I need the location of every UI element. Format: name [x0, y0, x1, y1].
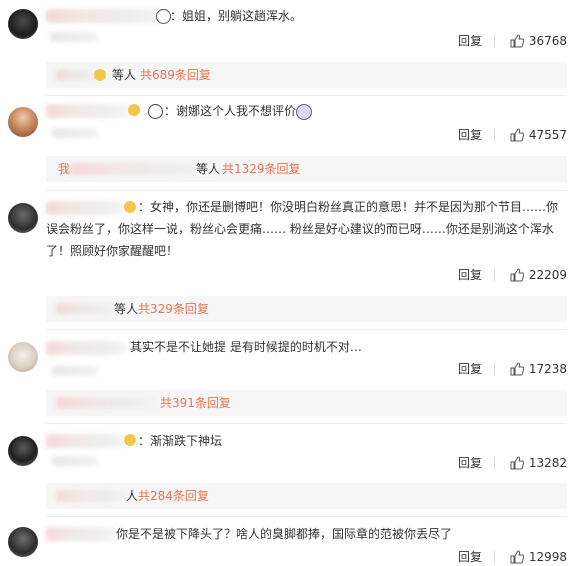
like-button[interactable]: 13282	[510, 455, 567, 471]
like-button[interactable]: 22209	[510, 267, 567, 283]
username-redacted[interactable]	[46, 341, 126, 355]
comment-text: ：谢娜这个人我不想评价	[164, 104, 297, 118]
divider	[46, 190, 567, 191]
reply-user-start: 我	[58, 162, 71, 176]
reply-username-redacted	[56, 490, 128, 502]
timestamp-redacted	[52, 456, 98, 466]
panda-emoji	[156, 9, 171, 24]
like-button[interactable]: 12998	[510, 549, 567, 565]
comment-actions: 回复 22209	[367, 267, 567, 283]
reply-count[interactable]: 共391条回复	[160, 390, 231, 416]
comment-text: ：姐姐，别躺这趟浑水。	[170, 9, 303, 23]
action-divider	[494, 457, 495, 469]
thumb-up-icon	[510, 34, 524, 48]
divider	[46, 516, 567, 517]
divider	[46, 423, 567, 424]
thumb-up-icon	[510, 128, 524, 142]
like-button[interactable]: 17238	[510, 361, 567, 377]
username-redacted[interactable]	[46, 201, 124, 215]
reply-users: 等人	[112, 68, 137, 82]
username-redacted[interactable]	[46, 9, 164, 23]
crying-emoji	[296, 104, 312, 120]
reply-users: 人	[126, 489, 139, 503]
like-count: 13282	[528, 456, 567, 470]
thumb-up-icon	[510, 362, 524, 376]
sub-replies[interactable]: 共391条回复	[46, 390, 567, 416]
reply-username-redacted	[70, 163, 210, 175]
comment-text: ：渐渐跌下神坛	[138, 434, 223, 448]
sub-replies[interactable]: 等人 共689条回复	[46, 62, 567, 88]
timestamp-redacted	[52, 128, 98, 138]
reply-button[interactable]: 回复	[458, 267, 482, 283]
reply-users: 等人	[114, 302, 139, 316]
sub-replies[interactable]: 等人 共329条回复	[46, 296, 567, 322]
comment-actions: 回复 47557	[367, 127, 567, 143]
like-count: 22209	[528, 268, 567, 282]
like-button[interactable]: 47557	[510, 127, 567, 143]
reply-button[interactable]: 回复	[458, 361, 482, 377]
reply-count[interactable]: 共284条回复	[138, 483, 209, 509]
reply-button[interactable]: 回复	[458, 127, 482, 143]
username-redacted[interactable]	[46, 104, 128, 118]
action-divider	[494, 35, 495, 47]
reply-username-redacted	[56, 303, 118, 315]
comment-actions: 回复 17238	[367, 361, 567, 377]
thumb-up-icon	[510, 268, 524, 282]
panda-emoji	[148, 104, 163, 119]
gold-badge-icon	[124, 434, 136, 446]
like-count: 17238	[528, 362, 567, 376]
like-count: 47557	[528, 128, 567, 142]
comment-actions: 回复 36768	[367, 33, 567, 49]
action-divider	[494, 551, 495, 563]
gold-badge-icon	[124, 201, 136, 213]
comment-text: 你是不是被下降头了？啥人的臭脚都捧，国际章的范被你丢尽了	[116, 527, 453, 541]
reply-count[interactable]: 共689条回复	[140, 62, 211, 88]
timestamp-redacted	[52, 366, 98, 376]
reply-button[interactable]: 回复	[458, 455, 482, 471]
action-divider	[494, 269, 495, 281]
gold-badge-icon	[128, 104, 140, 116]
timestamp-redacted	[50, 32, 98, 42]
avatar[interactable]	[8, 342, 38, 372]
action-divider	[494, 129, 495, 141]
action-divider	[494, 363, 495, 375]
reply-count[interactable]: 共329条回复	[138, 296, 209, 322]
comment-text-line2: 误会粉丝了，你这样一说，粉丝心会更痛…… 粉丝是好心建议的而已呀……你还是别淌这…	[46, 222, 554, 236]
divider	[46, 95, 567, 96]
avatar[interactable]	[8, 9, 38, 39]
reply-button[interactable]: 回复	[458, 549, 482, 565]
like-count: 36768	[528, 34, 567, 48]
reply-button[interactable]: 回复	[458, 33, 482, 49]
avatar[interactable]	[8, 203, 38, 233]
sub-replies[interactable]: 我 等人 共1329条回复	[46, 156, 567, 182]
username-redacted[interactable]	[46, 434, 124, 448]
reply-users: 等人	[196, 162, 221, 176]
reply-count[interactable]: 共1329条回复	[222, 156, 301, 182]
avatar[interactable]	[8, 436, 38, 466]
username-redacted[interactable]	[46, 527, 114, 541]
comment-text: 其实不是不让她提 是有时候提的时机不对…	[130, 340, 362, 354]
comment-text: ：女神，你还是删博吧！你没明白粉丝真正的意思！并不是因为那个节目……你	[138, 200, 559, 214]
divider	[46, 329, 567, 330]
like-button[interactable]: 36768	[510, 33, 567, 49]
reply-username-redacted	[56, 397, 158, 409]
like-count: 12998	[528, 550, 567, 564]
reply-username-redacted	[56, 69, 98, 81]
comment-actions: 回复 13282	[367, 455, 567, 471]
avatar[interactable]	[8, 107, 38, 137]
avatar[interactable]	[8, 527, 38, 557]
comment-actions: 回复 12998	[367, 549, 567, 565]
sub-replies[interactable]: 人 共284条回复	[46, 483, 567, 509]
comment-text-line3: 了！照顾好你家醒醒吧！	[46, 244, 179, 258]
gold-badge-icon	[94, 69, 106, 81]
thumb-up-icon	[510, 456, 524, 470]
thumb-up-icon	[510, 550, 524, 564]
